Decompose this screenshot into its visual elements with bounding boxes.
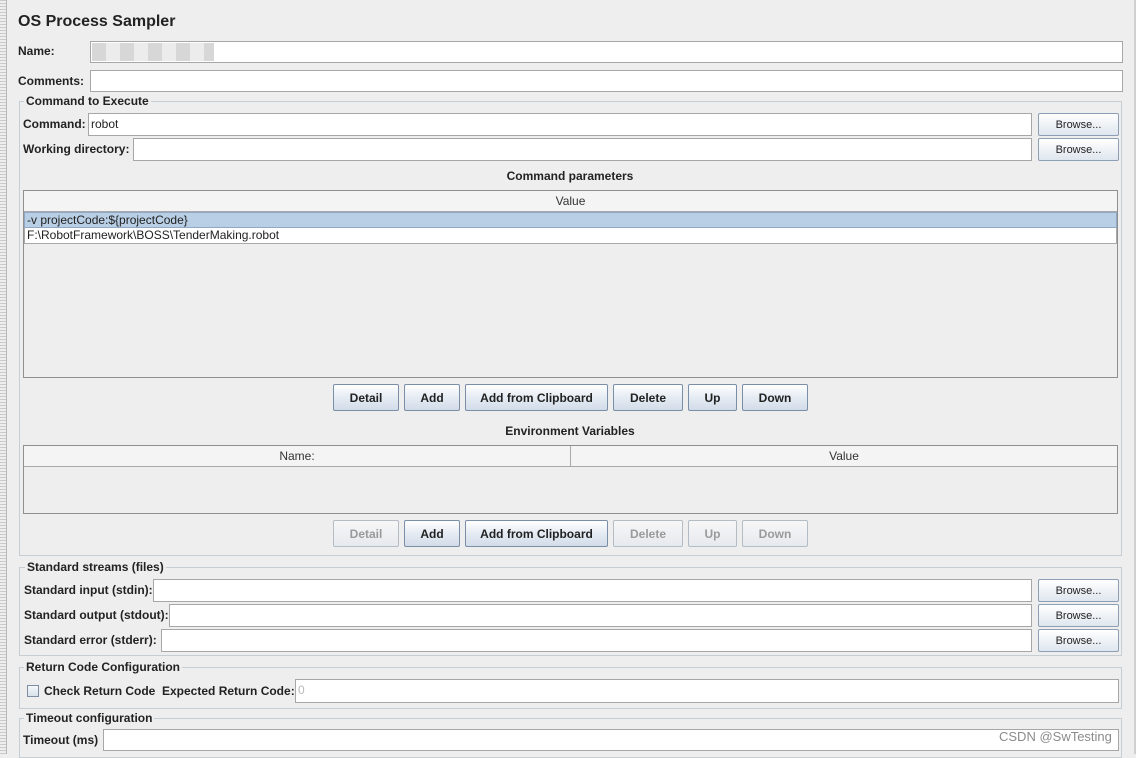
table-row[interactable]: -v projectCode:${projectCode} xyxy=(24,212,1117,228)
param-up-button[interactable]: Up xyxy=(688,384,737,411)
env-add-button[interactable]: Add xyxy=(404,520,460,547)
stdout-label: Standard output (stdout): xyxy=(24,608,169,622)
panel-title: OS Process Sampler xyxy=(18,13,176,30)
stderr-label: Standard error (stderr): xyxy=(24,633,157,647)
stdin-input[interactable] xyxy=(153,579,1032,602)
value-column-header[interactable]: Value xyxy=(24,191,1117,212)
param-add-button[interactable]: Add xyxy=(404,384,460,411)
stdin-browse-button[interactable]: Browse... xyxy=(1038,579,1119,602)
env-add-from-clipboard-button[interactable]: Add from Clipboard xyxy=(465,520,608,547)
watermark-text: CSDN @SwTesting xyxy=(999,729,1112,744)
comments-field[interactable] xyxy=(90,70,1123,92)
name-field[interactable] xyxy=(90,41,1123,63)
command-label: Command: xyxy=(23,117,86,131)
return-code-legend: Return Code Configuration xyxy=(24,660,182,674)
timeout-label: Timeout (ms) xyxy=(23,733,99,747)
environment-variables-table[interactable]: Name: Value xyxy=(23,445,1118,514)
workdir-browse-button[interactable]: Browse... xyxy=(1038,138,1119,161)
param-delete-button[interactable]: Delete xyxy=(613,384,683,411)
expected-return-code-label: Expected Return Code: xyxy=(162,684,295,698)
stderr-browse-button[interactable]: Browse... xyxy=(1038,629,1119,652)
workdir-input[interactable] xyxy=(133,138,1032,161)
table-row[interactable]: F:\RobotFramework\BOSS\TenderMaking.robo… xyxy=(24,228,1117,244)
name-label: Name: xyxy=(18,44,55,58)
command-input[interactable]: robot xyxy=(88,113,1032,136)
stdout-browse-button[interactable]: Browse... xyxy=(1038,604,1119,627)
env-down-button[interactable]: Down xyxy=(742,520,808,547)
redacted-name-value xyxy=(92,43,214,61)
command-browse-button[interactable]: Browse... xyxy=(1038,113,1119,136)
expected-return-code-input[interactable]: 0 xyxy=(295,679,1119,703)
workdir-label: Working directory: xyxy=(23,142,130,156)
check-return-code-checkbox[interactable] xyxy=(27,685,39,697)
timeout-legend: Timeout configuration xyxy=(24,711,155,725)
param-detail-button[interactable]: Detail xyxy=(333,384,399,411)
param-down-button[interactable]: Down xyxy=(742,384,808,411)
env-detail-button[interactable]: Detail xyxy=(333,520,399,547)
env-up-button[interactable]: Up xyxy=(688,520,737,547)
env-value-column-header[interactable]: Value xyxy=(571,446,1117,467)
left-splitter-edge[interactable] xyxy=(0,0,7,754)
environment-variables-title: Environment Variables xyxy=(505,424,635,438)
env-table-header: Name: Value xyxy=(24,446,1117,467)
env-name-column-header[interactable]: Name: xyxy=(24,446,571,467)
stderr-input[interactable] xyxy=(161,629,1032,652)
env-delete-button[interactable]: Delete xyxy=(613,520,683,547)
streams-legend: Standard streams (files) xyxy=(25,560,166,574)
stdin-label: Standard input (stdin): xyxy=(24,583,153,597)
comments-label: Comments: xyxy=(18,74,85,88)
command-parameters-table[interactable]: Value -v projectCode:${projectCode} F:\R… xyxy=(23,190,1118,378)
command-legend: Command to Execute xyxy=(24,94,151,108)
stdout-input[interactable] xyxy=(169,604,1032,627)
command-parameters-title: Command parameters xyxy=(506,169,634,183)
check-return-code-label[interactable]: Check Return Code xyxy=(44,684,155,698)
parameter-rows: -v projectCode:${projectCode} F:\RobotFr… xyxy=(24,212,1117,244)
param-add-from-clipboard-button[interactable]: Add from Clipboard xyxy=(465,384,608,411)
timeout-input[interactable] xyxy=(103,729,1119,751)
